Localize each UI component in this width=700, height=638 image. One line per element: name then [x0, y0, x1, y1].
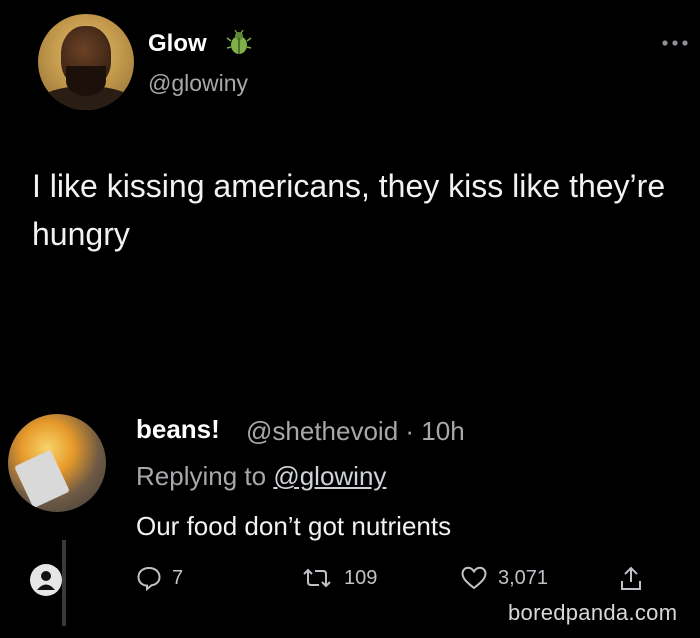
replying-to: Replying to @glowiny — [136, 461, 386, 492]
reply-author-handle[interactable]: @shethevoid — [246, 416, 398, 446]
retweet-count: 109 — [344, 566, 378, 589]
bug-icon — [226, 30, 252, 54]
author-name[interactable]: Glow — [148, 30, 207, 58]
heart-icon — [461, 566, 487, 590]
author-avatar[interactable] — [38, 14, 134, 110]
thread-line — [62, 540, 66, 626]
reply-timestamp: · 10h — [405, 416, 465, 446]
more-options-icon[interactable] — [660, 36, 690, 50]
tweet-text: I like kissing americans, they kiss like… — [32, 168, 666, 252]
author-handle[interactable]: @glowiny — [148, 70, 248, 97]
replying-to-mention[interactable]: @glowiny — [273, 461, 386, 491]
retweet-button[interactable]: 109 — [300, 565, 377, 591]
like-count: 3,071 — [498, 566, 549, 589]
reply-author-name[interactable]: beans! — [136, 414, 220, 445]
avatar-beard — [66, 66, 106, 96]
avatar-cup — [14, 449, 70, 509]
like-button[interactable]: 3,071 — [460, 565, 548, 591]
reply-button[interactable]: 7 — [136, 565, 183, 591]
user-icon — [37, 571, 55, 590]
reply-author-meta[interactable]: @shethevoid · 10h — [246, 416, 465, 447]
share-button[interactable] — [618, 565, 644, 593]
user-badge[interactable] — [30, 564, 62, 596]
reply-count: 7 — [172, 566, 184, 589]
retweet-icon — [303, 568, 331, 588]
watermark: boredpanda.com — [508, 600, 678, 625]
share-icon — [621, 566, 641, 590]
reply-avatar[interactable] — [8, 414, 106, 512]
replying-to-prefix: Replying to — [136, 461, 267, 491]
reply-icon — [137, 566, 161, 591]
reply-text: Our food don’t got nutrients — [136, 511, 452, 541]
